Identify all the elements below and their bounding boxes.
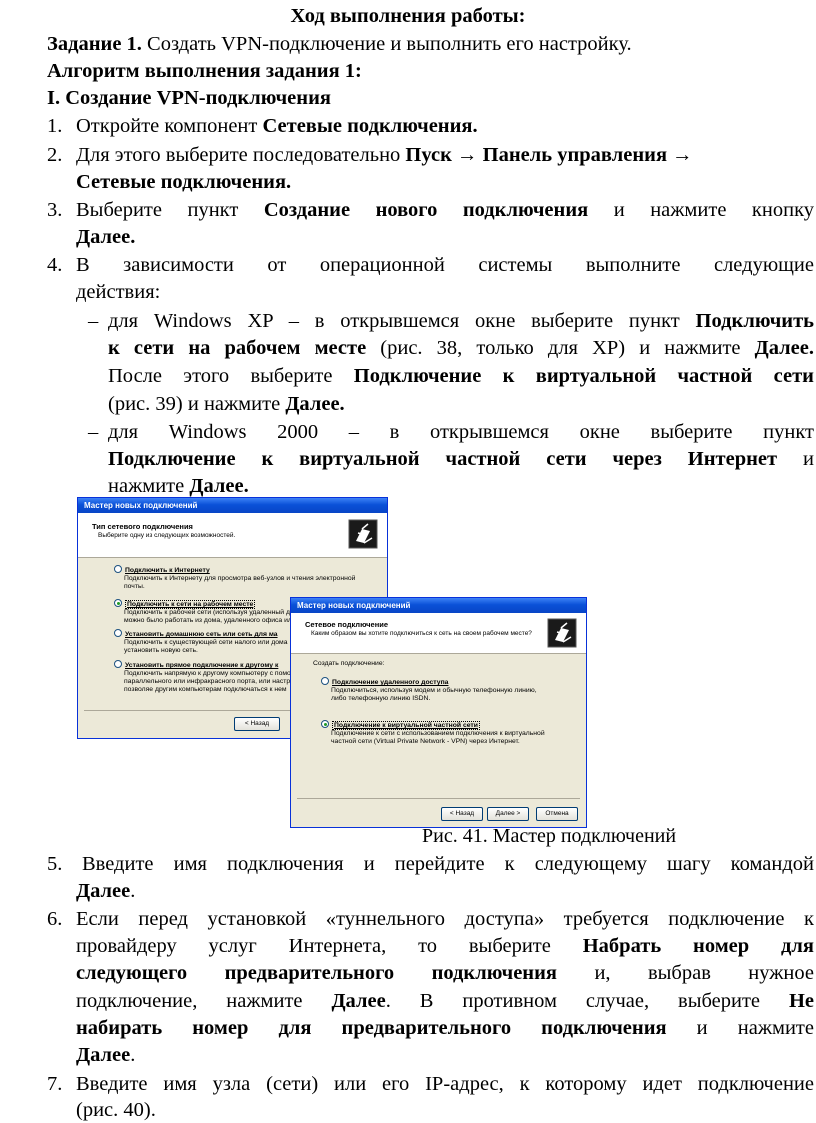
step-6-5: набирать номер для предварительного подк…: [76, 1017, 814, 1039]
radio-button[interactable]: [321, 677, 329, 685]
wizard-header: Тип сетевого подключения Выберите одну и…: [78, 513, 387, 558]
step-number: 7.: [47, 1073, 63, 1095]
step-5: Введите имя подключения и перейдите к сл…: [82, 853, 814, 875]
dash: –: [88, 310, 99, 332]
radio-button[interactable]: [114, 660, 122, 668]
step-1: Откройте компонент Сетевые подключения.: [76, 115, 478, 137]
bullet-xp: для Windows XP – в открывшемся окне выбе…: [108, 310, 814, 332]
header-subtitle: Каким образом вы хотите подключиться к с…: [311, 630, 532, 637]
step-number: 1.: [47, 115, 63, 137]
step-4-cont: действия:: [76, 281, 161, 303]
option-workplace[interactable]: Подключить к сети на рабочем месте Подкл…: [114, 599, 292, 625]
header-title: Тип сетевого подключения: [92, 522, 193, 531]
bullet-2000: для Windows 2000 – в открывшемся окне вы…: [108, 421, 814, 443]
wizard-header: Сетевое подключение Каким образом вы хот…: [291, 613, 586, 654]
next-button[interactable]: Далее >: [487, 807, 529, 821]
step-6-2: провайдеру услуг Интернета, то выберите …: [76, 935, 814, 957]
window-title: Мастер новых подключений: [78, 498, 387, 513]
wizard-window-connection: Мастер новых подключений Сетевое подключ…: [290, 597, 587, 828]
header-title: Сетевое подключение: [305, 620, 389, 629]
step-number: 5.: [47, 853, 63, 875]
step-2: Для этого выберите последовательно Пуск …: [76, 144, 693, 166]
option-internet[interactable]: Подключить к Интернету Подключить к Инте…: [114, 565, 355, 591]
separator: [297, 798, 580, 799]
window-title: Мастер новых подключений: [291, 598, 586, 613]
step-7: Введите имя узла (сети) или его IP-адрес…: [76, 1073, 814, 1095]
step-4: В зависимости от операционной системы вы…: [76, 254, 814, 276]
network-wizard-icon: [547, 618, 577, 648]
step-number: 2.: [47, 144, 63, 166]
option-dialup[interactable]: Подключение удаленного доступа Подключит…: [321, 677, 537, 703]
step-5-cont: Далее.: [76, 880, 136, 902]
network-wizard-icon: [348, 519, 378, 549]
dash: –: [88, 421, 99, 443]
step-6-3: следующего предварительного подключения …: [76, 962, 814, 984]
step-3: Выберите пункт Создание нового подключен…: [76, 199, 814, 221]
step-number: 6.: [47, 908, 63, 930]
bullet-2000-3: нажмите Далее.: [108, 475, 249, 497]
step-2-cont: Сетевые подключения.: [76, 171, 292, 193]
back-button[interactable]: < Назад: [234, 717, 280, 731]
bullet-xp-4: (рис. 39) и нажмите Далее.: [108, 393, 345, 415]
bullet-xp-2: к сети на рабочем месте (рис. 38, только…: [108, 337, 814, 359]
radio-button[interactable]: [114, 629, 122, 637]
header-subtitle: Выберите одну из следующих возможностей.: [98, 532, 236, 539]
cancel-button[interactable]: Отмена: [536, 807, 578, 821]
step-6: Если перед установкой «туннельного досту…: [76, 908, 814, 930]
bullet-xp-3: После этого выберите Подключение к вирту…: [108, 365, 814, 387]
option-home-network[interactable]: Установить домашнюю сеть или сеть для ма…: [114, 629, 287, 655]
algorithm-heading: Алгоритм выполнения задания 1:: [47, 60, 362, 82]
step-6-4: подключение, нажмите Далее. В противном …: [76, 990, 814, 1012]
option-direct[interactable]: Установить прямое подключение к другому …: [114, 660, 291, 694]
radio-button[interactable]: [114, 565, 122, 573]
back-button[interactable]: < Назад: [441, 807, 483, 821]
radio-button-selected[interactable]: [114, 599, 122, 607]
option-vpn[interactable]: Подключение к виртуальной частной сети П…: [321, 720, 545, 746]
figure-caption: Рис. 41. Мастер подключений: [422, 825, 677, 847]
step-number: 3.: [47, 199, 63, 221]
step-6-6: Далее.: [76, 1044, 136, 1066]
step-number: 4.: [47, 254, 63, 276]
radio-button-selected[interactable]: [321, 720, 329, 728]
step-3-cont: Далее.: [76, 226, 136, 248]
task-1: Задание 1. Создать VPN-подключение и вып…: [47, 33, 632, 55]
section-heading: I. Создание VPN-подключения: [47, 87, 331, 109]
page-heading: Ход выполнения работы:: [290, 5, 526, 27]
step-7-cont: (рис. 40).: [76, 1099, 156, 1121]
bullet-2000-2: Подключение к виртуальной частной сети ч…: [108, 448, 814, 470]
group-label: Создать подключение:: [313, 660, 385, 667]
